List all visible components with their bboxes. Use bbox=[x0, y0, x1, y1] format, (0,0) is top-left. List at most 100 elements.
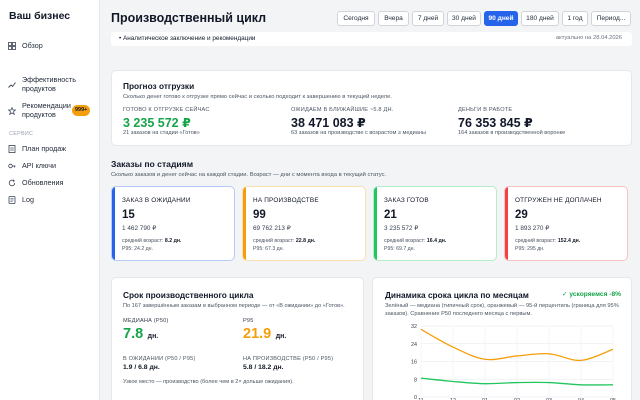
y-tick-label: 24 bbox=[411, 342, 417, 348]
star-icon bbox=[8, 106, 16, 115]
metric-note: 164 заказов в производственной воронке bbox=[458, 130, 566, 136]
stage-color-bar bbox=[243, 187, 246, 260]
stage-label: НА ПРОИЗВОДСТВЕ bbox=[253, 197, 319, 204]
sidebar-item-product-efficiency[interactable]: Эффективность продуктов bbox=[8, 75, 96, 93]
stage-p95: P95: 69.7 дн. bbox=[384, 246, 415, 252]
card-title: Прогноз отгрузки bbox=[123, 81, 195, 91]
metric-note: 21 заказов на стадии «Готов» bbox=[123, 130, 200, 136]
stage-count: 21 bbox=[384, 209, 397, 221]
sidebar-item-sales-plan[interactable]: План продаж bbox=[8, 144, 96, 154]
stage-avg-age: средний возраст: 16.4 дн. bbox=[384, 238, 447, 244]
stage-label: ОТГРУЖЕН НЕ ДОПЛАЧЕН bbox=[515, 197, 602, 204]
section-subtitle: Сколько заказов и денег сейчас на каждой… bbox=[111, 172, 387, 178]
sidebar-item-label: Log bbox=[22, 195, 34, 204]
stage-label: ЗАКАЗ В ОЖИДАНИИ bbox=[122, 197, 191, 204]
sidebar-item-label: API ключи bbox=[22, 161, 56, 170]
metric-note: 63 заказов на производстве с возрастом ≥… bbox=[291, 130, 426, 136]
card-title: Динамика срока цикла по месяцам bbox=[385, 290, 529, 300]
sidebar-item-product-recommendations[interactable]: Рекомендации продуктов 999+ bbox=[8, 101, 96, 119]
stage-money: 69 762 213 ₽ bbox=[253, 225, 291, 232]
period-custom-button[interactable]: Период... bbox=[591, 11, 631, 26]
sidebar-item-label: План продаж bbox=[22, 144, 67, 153]
analytics-conclusion-toggle[interactable]: • Аналитическое заключение и рекомендаци… bbox=[111, 32, 632, 46]
p95-label: P95 bbox=[243, 318, 254, 324]
sidebar-section-label: СЕРВИС bbox=[9, 131, 34, 137]
waiting-value: 1.9 / 6.8 дн. bbox=[123, 364, 160, 371]
sidebar-item-label: Обновления bbox=[22, 178, 64, 187]
stage-color-bar bbox=[505, 187, 508, 260]
metric-label: ДЕНЬГИ В РАБОТЕ bbox=[458, 107, 513, 113]
cycle-trend-chart: 0816243211120102030405 bbox=[411, 324, 616, 400]
card-subtitle: Сколько денег готово к отгрузке прямо се… bbox=[123, 94, 392, 100]
stage-money: 3 235 572 ₽ bbox=[384, 225, 419, 232]
stage-card-ready[interactable]: ЗАКАЗ ГОТОВ 21 3 235 572 ₽ средний возра… bbox=[373, 186, 497, 261]
waiting-label: В ОЖИДАНИИ (P50 / P95) bbox=[123, 356, 196, 362]
sidebar-item-updates[interactable]: Обновления bbox=[8, 178, 96, 188]
stage-avg-age: средний возраст: 152.4 дн. bbox=[515, 238, 581, 244]
bottleneck-note: Узкое место — производство (более чем в … bbox=[123, 379, 294, 385]
shipment-forecast-card: Прогноз отгрузки Сколько денег готово к … bbox=[111, 70, 632, 146]
metric-label: ОЖИДАЕМ В БЛИЖАЙШИЕ ~5.8 ДН. bbox=[291, 107, 394, 113]
period-30d-button[interactable]: 30 дней bbox=[447, 11, 481, 26]
y-tick-label: 0 bbox=[414, 395, 417, 400]
actuality-date: актуально на 28.04.2026 bbox=[555, 35, 622, 41]
sidebar-item-label: Рекомендации продуктов bbox=[22, 101, 71, 119]
stage-card-waiting[interactable]: ЗАКАЗ В ОЖИДАНИИ 15 1 462 790 ₽ средний … bbox=[111, 186, 235, 261]
section-title: Заказы по стадиям bbox=[111, 159, 194, 169]
metric-value: 3 235 572 ₽ bbox=[123, 116, 191, 130]
acceleration-badge: ✓ ускоряемся -8% bbox=[562, 291, 621, 298]
trend-icon bbox=[8, 81, 16, 89]
cycle-trend-card: Динамика срока цикла по месяцам ✓ ускоря… bbox=[372, 277, 632, 400]
production-cycle-card: Срок производственного цикла По 167 заве… bbox=[111, 277, 364, 400]
stage-money: 1 462 790 ₽ bbox=[122, 225, 157, 232]
log-icon bbox=[8, 196, 16, 205]
period-selector: Сегодня Вчера 7 дней 30 дней 90 дней 180… bbox=[337, 11, 631, 26]
document-icon bbox=[8, 145, 16, 154]
stage-count: 15 bbox=[122, 209, 135, 221]
production-value: 5.8 / 18.2 дн. bbox=[243, 364, 284, 371]
grid-icon bbox=[8, 42, 16, 51]
metric-label: ГОТОВО К ОТГРУЗКЕ СЕЙЧАС bbox=[123, 107, 210, 113]
metric-value: 76 353 845 ₽ bbox=[458, 116, 533, 130]
p95-value: 21.9 дн. bbox=[243, 326, 287, 342]
notification-badge: 999+ bbox=[72, 105, 91, 116]
y-tick-label: 8 bbox=[414, 377, 417, 383]
sidebar-item-api-keys[interactable]: API ключи bbox=[8, 161, 96, 171]
page-title: Производственный цикл bbox=[111, 11, 267, 25]
y-tick-label: 32 bbox=[411, 324, 417, 330]
period-yesterday-button[interactable]: Вчера bbox=[378, 11, 409, 26]
sidebar-item-overview[interactable]: Обзор bbox=[8, 41, 96, 51]
period-today-button[interactable]: Сегодня bbox=[337, 11, 375, 26]
sidebar-item-label: Эффективность продуктов bbox=[22, 75, 76, 93]
sidebar-item-log[interactable]: Log bbox=[8, 195, 96, 205]
period-180d-button[interactable]: 180 дней bbox=[521, 11, 559, 26]
card-subtitle: По 167 завершённым заказам в выбранном п… bbox=[123, 303, 345, 309]
key-icon bbox=[8, 162, 16, 170]
period-1y-button[interactable]: 1 год bbox=[562, 11, 588, 26]
stage-avg-age: средний возраст: 8.2 дн. bbox=[122, 238, 182, 244]
stage-color-bar bbox=[112, 187, 115, 260]
sidebar: Ваш бизнес Обзор Эффективность продуктов… bbox=[0, 0, 100, 400]
stage-avg-age: средний возраст: 22.8 дн. bbox=[253, 238, 316, 244]
analytics-conclusion-label: • Аналитическое заключение и рекомендаци… bbox=[119, 35, 256, 42]
period-7d-button[interactable]: 7 дней bbox=[412, 11, 444, 26]
stage-count: 29 bbox=[515, 209, 528, 221]
median-value: 7.8 дн. bbox=[123, 326, 159, 342]
stage-card-shipped-unpaid[interactable]: ОТГРУЖЕН НЕ ДОПЛАЧЕН 29 1 893 270 ₽ сред… bbox=[504, 186, 628, 261]
refresh-icon bbox=[8, 179, 16, 187]
production-label: НА ПРОИЗВОДСТВЕ (P50 / P95) bbox=[243, 356, 334, 362]
stage-p95: P95: 24.2 дн. bbox=[122, 246, 153, 252]
median-label: МЕДИАНА (P50) bbox=[123, 318, 169, 324]
brand-logo-text[interactable]: Ваш бизнес bbox=[9, 10, 70, 22]
sidebar-item-label: Обзор bbox=[22, 41, 43, 50]
main-content: Производственный цикл Сегодня Вчера 7 дн… bbox=[100, 0, 640, 400]
stage-color-bar bbox=[374, 187, 377, 260]
stage-card-in-production[interactable]: НА ПРОИЗВОДСТВЕ 99 69 762 213 ₽ средний … bbox=[242, 186, 366, 261]
stage-p95: P95: 295 дн. bbox=[515, 246, 545, 252]
stage-money: 1 893 270 ₽ bbox=[515, 225, 550, 232]
chart-description: Зелёный — медиана (типичный срок), оранж… bbox=[385, 303, 619, 317]
card-title: Срок производственного цикла bbox=[123, 290, 254, 300]
stage-label: ЗАКАЗ ГОТОВ bbox=[384, 197, 429, 204]
stage-count: 99 bbox=[253, 209, 266, 221]
period-90d-button[interactable]: 90 дней bbox=[484, 11, 518, 26]
